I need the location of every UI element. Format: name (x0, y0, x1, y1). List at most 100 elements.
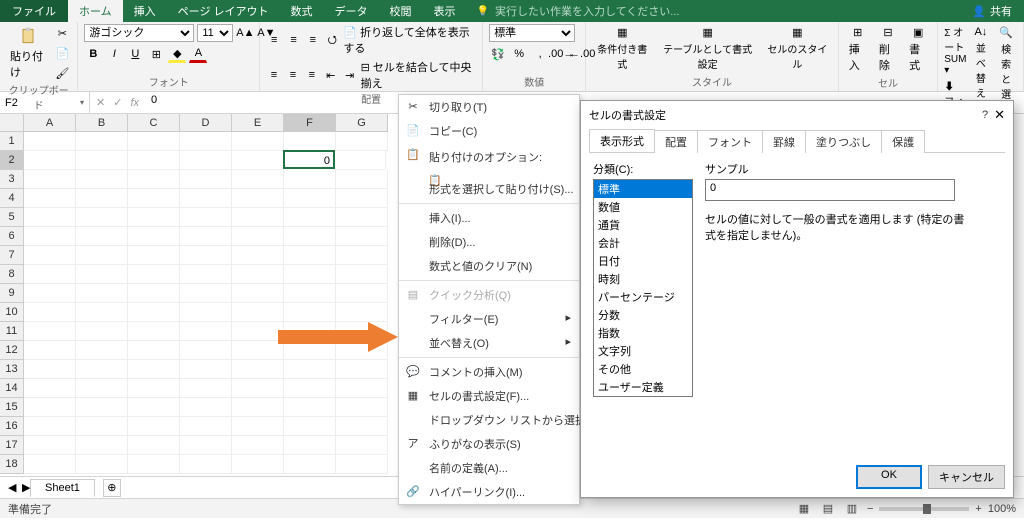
close-button[interactable]: ✕ (994, 107, 1005, 123)
tab-review[interactable]: 校閲 (379, 0, 423, 22)
col-header[interactable]: C (128, 114, 180, 132)
inc-decimal-button[interactable]: .00→ (552, 45, 570, 63)
active-cell[interactable]: 0 (283, 150, 335, 169)
row-header[interactable]: 9 (0, 284, 24, 303)
category-item[interactable]: 数値 (594, 198, 692, 216)
row-header[interactable]: 14 (0, 379, 24, 398)
number-format-select[interactable]: 標準 (489, 24, 575, 42)
select-all-corner[interactable] (0, 114, 24, 132)
col-header[interactable]: E (232, 114, 284, 132)
ctx-filter[interactable]: フィルター(E)▸ (399, 307, 579, 331)
row-header[interactable]: 17 (0, 436, 24, 455)
new-sheet-button[interactable]: ⊕ (103, 479, 121, 497)
tab-insert[interactable]: 挿入 (123, 0, 167, 22)
align-left-button[interactable]: ≡ (266, 66, 282, 84)
border-button[interactable]: ⊞ (147, 45, 165, 63)
category-item[interactable]: パーセンテージ (594, 288, 692, 306)
col-header[interactable]: D (180, 114, 232, 132)
category-item[interactable]: 標準 (594, 180, 692, 198)
row-header[interactable]: 18 (0, 455, 24, 474)
cell-styles-button[interactable]: ▦セルのスタイル (763, 24, 832, 73)
ctx-copy[interactable]: 📄コピー(C) (399, 119, 579, 143)
dialog-tab-border[interactable]: 罫線 (762, 130, 806, 153)
tab-formulas[interactable]: 数式 (280, 0, 324, 22)
tab-data[interactable]: データ (324, 0, 379, 22)
row-header[interactable]: 15 (0, 398, 24, 417)
category-item[interactable]: 会計 (594, 234, 692, 252)
ok-button[interactable]: OK (856, 465, 922, 489)
name-box[interactable]: F2 (0, 92, 90, 113)
category-item[interactable]: 日付 (594, 252, 692, 270)
copy-button[interactable]: 📄 (53, 44, 71, 62)
bold-button[interactable]: B (84, 45, 102, 63)
ctx-clear[interactable]: 数式と値のクリア(N) (399, 254, 579, 278)
tab-view[interactable]: 表示 (423, 0, 467, 22)
row-header[interactable]: 3 (0, 170, 24, 189)
dialog-tab-fill[interactable]: 塗りつぶし (805, 130, 882, 153)
ctx-insert[interactable]: 挿入(I)... (399, 206, 579, 230)
tell-me-box[interactable]: 実行したい作業を入力してください... (467, 0, 690, 22)
file-tab[interactable]: ファイル (0, 0, 68, 22)
ctx-insert-comment[interactable]: 💬コメントの挿入(M) (399, 360, 579, 384)
format-painter-button[interactable]: 🖌 (53, 64, 71, 82)
indent-dec-button[interactable]: ⇤ (323, 66, 339, 84)
align-mid-button[interactable]: ≡ (285, 31, 301, 49)
underline-button[interactable]: U (126, 45, 144, 63)
percent-button[interactable]: % (510, 45, 528, 63)
row-header[interactable]: 10 (0, 303, 24, 322)
zoom-level[interactable]: 100% (988, 503, 1016, 515)
ctx-dropdown-list[interactable]: ドロップダウン リストから選択(K)... (399, 408, 579, 432)
col-header[interactable]: A (24, 114, 76, 132)
zoom-slider[interactable] (879, 507, 969, 511)
align-right-button[interactable]: ≡ (304, 66, 320, 84)
ctx-define-name[interactable]: 名前の定義(A)... (399, 456, 579, 480)
sheet-tab[interactable]: Sheet1 (30, 479, 95, 497)
category-item[interactable]: 時刻 (594, 270, 692, 288)
autosum-button[interactable]: Σ オート SUM ▾ (944, 24, 966, 76)
conditional-format-button[interactable]: ▦条件付き書式 (592, 24, 652, 73)
category-list[interactable]: 標準 数値 通貨 会計 日付 時刻 パーセンテージ 分数 指数 文字列 その他 … (593, 179, 693, 397)
ctx-cut[interactable]: ✂切り取り(T) (399, 95, 579, 119)
enter-formula-button[interactable]: ✓ (113, 96, 122, 109)
align-top-button[interactable]: ≡ (266, 31, 282, 49)
row-header[interactable]: 1 (0, 132, 24, 151)
ctx-delete[interactable]: 削除(D)... (399, 230, 579, 254)
category-item[interactable]: 文字列 (594, 342, 692, 360)
ctx-format-cells[interactable]: ▦セルの書式設定(F)... (399, 384, 579, 408)
merge-center-button[interactable]: ⊟ セルを結合して中央揃え (361, 59, 477, 91)
dialog-tab-alignment[interactable]: 配置 (654, 130, 698, 153)
row-header[interactable]: 2 (0, 151, 24, 170)
dialog-tab-format[interactable]: 表示形式 (589, 129, 655, 152)
row-header[interactable]: 13 (0, 360, 24, 379)
cancel-button[interactable]: キャンセル (928, 465, 1005, 489)
category-item[interactable]: 分数 (594, 306, 692, 324)
comma-button[interactable]: , (531, 45, 549, 63)
share-button[interactable]: 👤共有 (960, 0, 1024, 22)
view-page-button[interactable]: ▤ (819, 500, 837, 518)
fill-color-button[interactable]: ◆ (168, 45, 186, 63)
col-header[interactable]: B (76, 114, 128, 132)
format-as-table-button[interactable]: ▦テーブルとして書式設定 (656, 24, 759, 73)
ctx-hyperlink[interactable]: 🔗ハイパーリンク(I)... (399, 480, 579, 504)
dialog-tab-protection[interactable]: 保護 (881, 130, 925, 153)
nav-prev-icon[interactable]: ◀ (8, 481, 16, 494)
view-normal-button[interactable]: ▦ (795, 500, 813, 518)
tab-pagelayout[interactable]: ページ レイアウト (167, 0, 280, 22)
increase-font-button[interactable]: A▲ (236, 24, 254, 42)
nav-next-icon[interactable]: ▶ (22, 481, 30, 494)
dialog-tab-font[interactable]: フォント (697, 130, 763, 153)
delete-cells-button[interactable]: ⊟削除 (875, 24, 901, 75)
category-item[interactable]: 指数 (594, 324, 692, 342)
font-name-select[interactable]: 游ゴシック (84, 24, 194, 42)
wrap-text-button[interactable]: 📄 折り返して全体を表示する (343, 24, 476, 56)
ctx-furigana[interactable]: アふりがなの表示(S) (399, 432, 579, 456)
row-header[interactable]: 4 (0, 189, 24, 208)
ctx-sort[interactable]: 並べ替え(O)▸ (399, 331, 579, 355)
category-item[interactable]: 通貨 (594, 216, 692, 234)
row-header[interactable]: 16 (0, 417, 24, 436)
fx-icon[interactable]: fx (130, 97, 139, 109)
currency-button[interactable]: 💱 (489, 45, 507, 63)
align-center-button[interactable]: ≡ (285, 66, 301, 84)
indent-inc-button[interactable]: ⇥ (342, 66, 358, 84)
cancel-formula-button[interactable]: ✕ (96, 96, 105, 109)
